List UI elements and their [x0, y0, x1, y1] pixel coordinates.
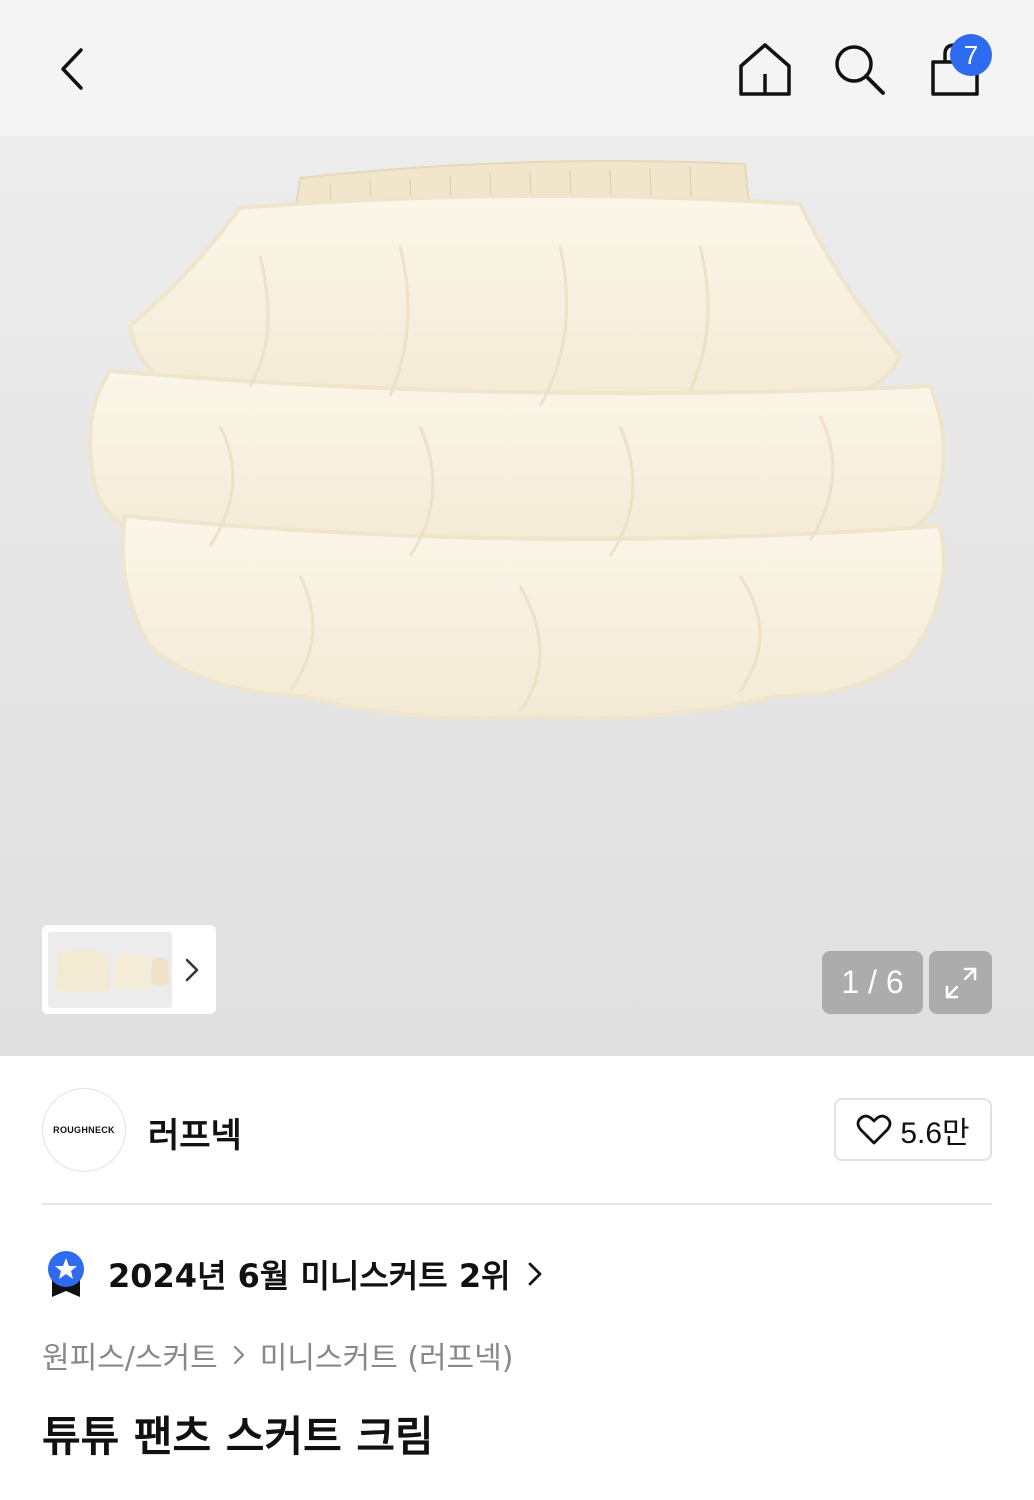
brand-logo[interactable]: ROUGHNECK — [42, 1088, 126, 1172]
thumbnail-strip[interactable] — [42, 925, 216, 1014]
top-bar: 7 — [0, 0, 1034, 136]
product-image — [88, 160, 946, 721]
brand-name[interactable]: 러프넥 — [148, 1108, 242, 1157]
back-arrow-icon — [61, 48, 83, 90]
home-button[interactable] — [730, 34, 800, 104]
ranking-link[interactable]: 2024년 6월 미니스커트 2위 — [46, 1248, 543, 1300]
home-icon — [739, 43, 791, 96]
like-count: 5.6만 — [900, 1116, 970, 1150]
like-button[interactable]: 5.6만 — [834, 1098, 992, 1161]
product-title: 튜튜 팬츠 스커트 크림 — [42, 1412, 434, 1461]
expand-button[interactable] — [929, 951, 992, 1014]
search-icon — [835, 45, 885, 95]
back-button[interactable] — [38, 34, 108, 104]
divider — [42, 1203, 992, 1205]
breadcrumb: 원피스/스커트 미니스커트 (러프넥) — [42, 1334, 513, 1376]
ranking-text: 2024년 6월 미니스커트 2위 — [108, 1257, 511, 1295]
cart-count-badge: 7 — [950, 34, 992, 76]
product-image-gallery[interactable]: 1 / 6 — [0, 136, 1034, 1056]
chevron-right-icon — [185, 958, 199, 981]
breadcrumb-subcategory[interactable]: 미니스커트 (러프넥) — [260, 1333, 514, 1377]
ranking-badge-icon — [48, 1251, 84, 1297]
breadcrumb-category[interactable]: 원피스/스커트 — [42, 1333, 218, 1377]
thumbnail-image[interactable] — [48, 931, 172, 1008]
brand-row: ROUGHNECK 러프넥 5.6만 — [42, 1088, 992, 1172]
search-button[interactable] — [824, 34, 894, 104]
chevron-right-icon — [528, 1262, 541, 1286]
image-pager: 1 / 6 — [822, 951, 923, 1014]
heart-icon — [856, 1114, 892, 1144]
expand-icon — [945, 967, 976, 998]
cart-button[interactable]: 7 — [920, 34, 992, 104]
chevron-right-icon — [233, 1345, 244, 1365]
